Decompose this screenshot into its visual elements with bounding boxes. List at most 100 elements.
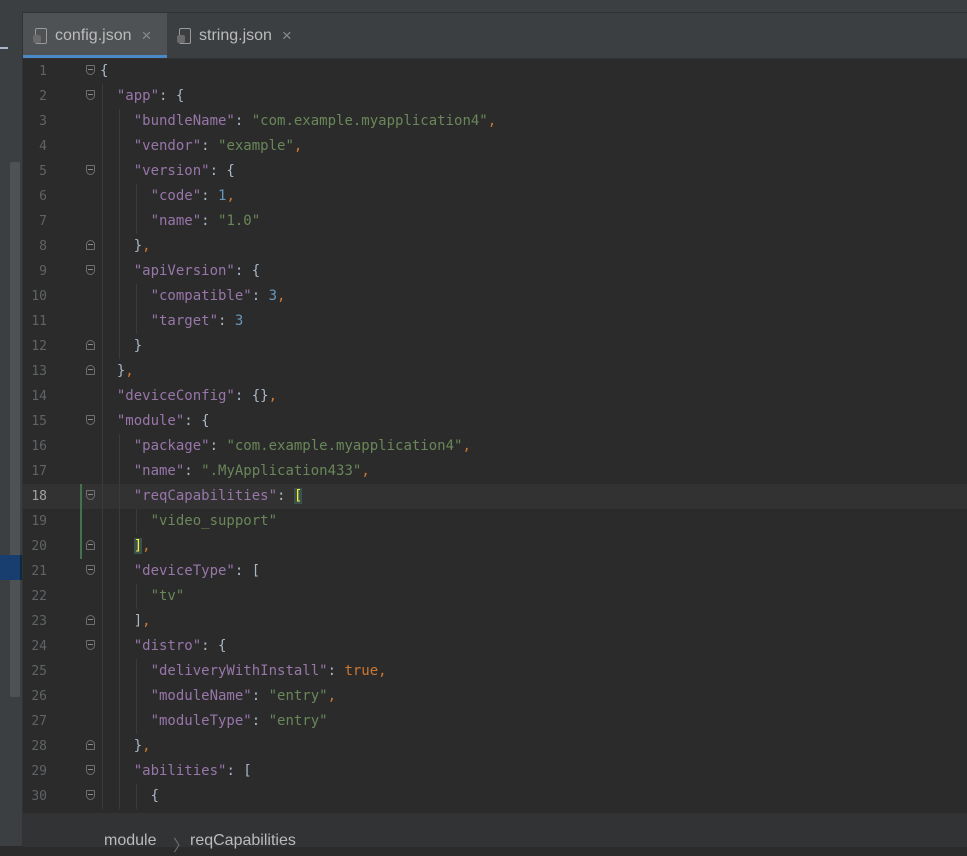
fold-open-icon[interactable] [86,265,95,275]
close-icon[interactable]: × [282,26,292,46]
code-editor[interactable]: 1{2 "app": {3 "bundleName": "com.example… [23,59,967,813]
line-number[interactable]: 30 [23,784,47,809]
close-icon[interactable]: × [142,26,152,46]
selected-tree-row[interactable] [0,555,22,580]
line-number[interactable]: 17 [23,459,47,484]
code-line[interactable]: 20 ], [23,534,967,559]
vcs-change-marker[interactable] [80,484,82,559]
indent-guide [102,659,103,684]
code-line[interactable]: 17 "name": ".MyApplication433", [23,459,967,484]
code-line[interactable]: 18 "reqCapabilities": [ [23,484,967,509]
fold-close-icon[interactable] [86,365,95,375]
panel-scrollbar[interactable] [10,162,20,697]
code-line[interactable]: 27 "moduleType": "entry" [23,709,967,734]
code-line[interactable]: 30 { [23,784,967,809]
fold-open-icon[interactable] [86,565,95,575]
token-comma: , [277,288,286,304]
line-number[interactable]: 29 [23,759,47,784]
code-line[interactable]: 16 "package": "com.example.myapplication… [23,434,967,459]
code-line[interactable]: 9 "apiVersion": { [23,259,967,284]
token-sp [100,288,151,304]
line-number[interactable]: 25 [23,659,47,684]
line-number[interactable]: 18 [23,484,47,509]
fold-open-icon[interactable] [86,65,95,75]
line-number[interactable]: 7 [23,209,47,234]
indent-guide [102,634,103,659]
fold-close-icon[interactable] [86,540,95,550]
token-br: : [251,713,269,729]
fold-close-icon[interactable] [86,740,95,750]
code-line[interactable]: 15 "module": { [23,409,967,434]
line-number[interactable]: 23 [23,609,47,634]
line-number[interactable]: 27 [23,709,47,734]
line-number[interactable]: 11 [23,309,47,334]
line-number[interactable]: 26 [23,684,47,709]
code-line[interactable]: 23 ], [23,609,967,634]
fold-open-icon[interactable] [86,765,95,775]
minimize-icon[interactable] [0,47,8,49]
line-number[interactable]: 24 [23,634,47,659]
line-number[interactable]: 22 [23,584,47,609]
line-number[interactable]: 5 [23,159,47,184]
code-line[interactable]: 11 "target": 3 [23,309,967,334]
code-line[interactable]: 19 "video_support" [23,509,967,534]
line-number[interactable]: 8 [23,234,47,259]
fold-close-icon[interactable] [86,340,95,350]
breadcrumb-item-reqcapabilities[interactable]: reqCapabilities [190,832,296,850]
code-line[interactable]: 28 }, [23,734,967,759]
code-line[interactable]: 7 "name": "1.0" [23,209,967,234]
code-line[interactable]: 4 "vendor": "example", [23,134,967,159]
line-number[interactable]: 16 [23,434,47,459]
code-line[interactable]: 14 "deviceConfig": {}, [23,384,967,409]
code-line[interactable]: 8 }, [23,234,967,259]
line-number[interactable]: 12 [23,334,47,359]
code-line[interactable]: 25 "deliveryWithInstall": true, [23,659,967,684]
line-number[interactable]: 1 [23,59,47,84]
line-number[interactable]: 4 [23,134,47,159]
line-number[interactable]: 28 [23,734,47,759]
code-line[interactable]: 3 "bundleName": "com.example.myapplicati… [23,109,967,134]
token-br: : [201,138,219,154]
token-sp [100,463,134,479]
fold-open-icon[interactable] [86,165,95,175]
token-comma: , [487,113,497,129]
line-number[interactable]: 15 [23,409,47,434]
fold-open-icon[interactable] [86,490,95,500]
line-number[interactable]: 19 [23,509,47,534]
line-number[interactable]: 20 [23,534,47,559]
code-line[interactable]: 29 "abilities": [ [23,759,967,784]
tab-string-json[interactable]: string.json × [177,13,292,58]
indent-guide [102,534,103,559]
indent-guide [102,409,103,434]
fold-open-icon[interactable] [86,90,95,100]
fold-close-icon[interactable] [86,240,95,250]
code-line[interactable]: 22 "tv" [23,584,967,609]
code-line[interactable]: 6 "code": 1, [23,184,967,209]
code-line[interactable]: 5 "version": { [23,159,967,184]
line-number[interactable]: 21 [23,559,47,584]
line-number[interactable]: 10 [23,284,47,309]
project-panel-edge[interactable] [0,12,23,846]
fold-close-icon[interactable] [86,615,95,625]
code-line[interactable]: 13 }, [23,359,967,384]
code-line[interactable]: 21 "deviceType": [ [23,559,967,584]
code-line[interactable]: 2 "app": { [23,84,967,109]
line-number[interactable]: 3 [23,109,47,134]
line-number[interactable]: 2 [23,84,47,109]
indent-guide [118,134,120,159]
fold-open-icon[interactable] [86,790,95,800]
code-line[interactable]: 24 "distro": { [23,634,967,659]
code-line[interactable]: 10 "compatible": 3, [23,284,967,309]
code-line[interactable]: 1{ [23,59,967,84]
line-number[interactable]: 6 [23,184,47,209]
fold-open-icon[interactable] [86,415,95,425]
fold-open-icon[interactable] [86,640,95,650]
line-number[interactable]: 14 [23,384,47,409]
code-line[interactable]: 26 "moduleName": "entry", [23,684,967,709]
token-sp [100,338,134,354]
breadcrumb-item-module[interactable]: module [104,832,156,850]
line-number[interactable]: 9 [23,259,47,284]
tab-config-json[interactable]: config.json × [23,13,167,58]
code-line[interactable]: 12 } [23,334,967,359]
line-number[interactable]: 13 [23,359,47,384]
